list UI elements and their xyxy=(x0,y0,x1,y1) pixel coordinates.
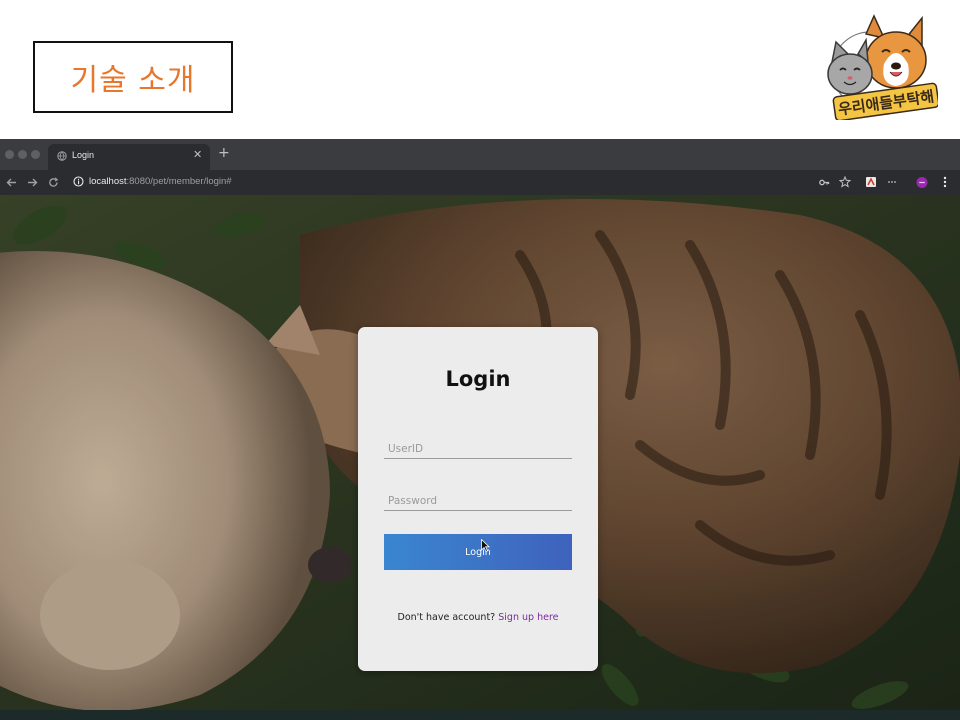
extension-icon[interactable] xyxy=(865,176,877,188)
globe-icon xyxy=(57,151,67,161)
signup-prompt-text: Don't have account? xyxy=(397,612,496,623)
slide-title: 기술 소개 xyxy=(70,63,196,98)
extension-dots-icon[interactable] xyxy=(886,176,898,188)
login-card: Login Login Don't have account? Sign up … xyxy=(358,327,598,671)
url-host: localhost xyxy=(89,176,127,187)
new-tab-icon[interactable]: + xyxy=(218,146,230,160)
tab-bar: Login ✕ + xyxy=(0,139,960,170)
login-title: Login xyxy=(445,367,511,391)
url-path: :8080/pet/member/login# xyxy=(126,176,232,187)
cat-dog-logo-icon: 우리애들부탁해 xyxy=(827,14,940,122)
tab-login[interactable]: Login ✕ xyxy=(48,144,210,170)
signup-link[interactable]: Sign up here xyxy=(498,612,558,623)
address-bar[interactable]: localhost:8080/pet/member/login# xyxy=(89,176,232,187)
page-viewport: Login Login Don't have account? Sign up … xyxy=(0,195,960,710)
tab-title: Login xyxy=(72,150,95,160)
back-arrow-icon[interactable] xyxy=(4,175,18,189)
login-button[interactable]: Login xyxy=(384,534,572,570)
forward-arrow-icon[interactable] xyxy=(25,175,39,189)
window-minimize-dot[interactable] xyxy=(18,150,27,159)
reload-icon[interactable] xyxy=(46,175,60,189)
password-input[interactable] xyxy=(384,491,572,511)
browser-toolbar: localhost:8080/pet/member/login# xyxy=(0,170,960,195)
menu-kebab-icon[interactable] xyxy=(939,176,951,188)
slide-title-box: 기술 소개 xyxy=(33,41,233,113)
pet-logo: 우리애들부탁해 xyxy=(822,12,940,122)
window-maximize-dot[interactable] xyxy=(31,150,40,159)
window-close-dot[interactable] xyxy=(5,150,14,159)
close-tab-icon[interactable]: ✕ xyxy=(193,149,202,160)
mouse-cursor-icon xyxy=(481,539,490,552)
key-icon[interactable] xyxy=(818,176,830,188)
signup-prompt-line: Don't have account? Sign up here xyxy=(358,612,598,623)
profile-avatar-icon[interactable] xyxy=(916,176,928,188)
userid-input[interactable] xyxy=(384,439,572,459)
star-icon[interactable] xyxy=(839,176,851,188)
bottom-bar xyxy=(0,710,960,720)
info-icon[interactable] xyxy=(73,176,84,187)
browser-window: Login ✕ + localhost:8080/pet/member/logi… xyxy=(0,139,960,720)
